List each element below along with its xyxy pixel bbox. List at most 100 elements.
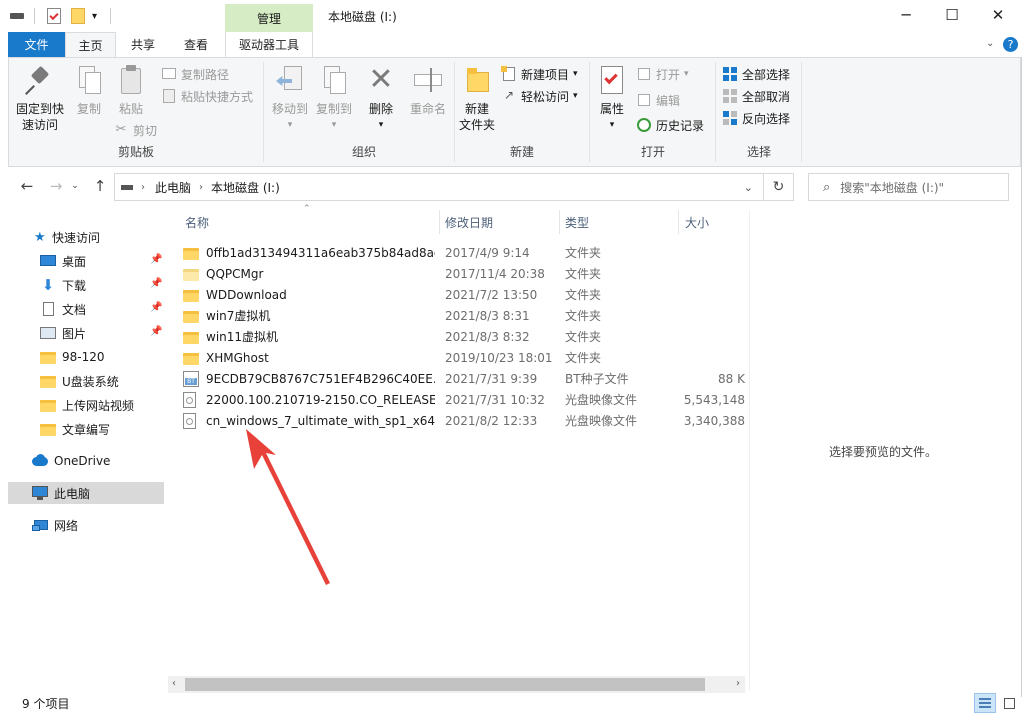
properties-dropdown-icon: ▾ <box>609 120 615 130</box>
preview-pane-divider[interactable] <box>749 210 750 690</box>
file-name: win7虚拟机 <box>206 309 271 323</box>
scrollbar-thumb[interactable] <box>185 678 705 691</box>
new-folder-quick-icon[interactable] <box>71 6 85 26</box>
pin-icon[interactable]: 📌 <box>150 254 162 265</box>
search-placeholder[interactable]: 搜索"本地磁盘 (I:)" <box>840 179 944 196</box>
column-header-size[interactable]: 大小 <box>685 210 745 234</box>
nav-documents[interactable]: 文档 📌 <box>8 298 164 320</box>
select-all-button[interactable]: 全部选择 <box>722 64 790 84</box>
minimize-button[interactable]: ─ <box>883 0 929 30</box>
file-row[interactable]: win7虚拟机 2021/8/3 8:31 文件夹 <box>183 305 745 326</box>
pin-icon <box>24 64 56 98</box>
column-header-name[interactable]: 名称 <box>185 210 435 234</box>
file-size: 5,543,148 <box>683 392 745 407</box>
details-view-icon[interactable] <box>974 693 996 713</box>
new-folder-button[interactable]: 新建 文件夹 <box>457 64 497 133</box>
search-box[interactable]: ⌕ 搜索"本地磁盘 (I:)" <box>808 173 1009 201</box>
copy-path-button[interactable]: 复制路径 <box>161 64 229 84</box>
copy-button[interactable]: 复制 <box>69 64 109 117</box>
address-dropdown-icon[interactable]: ⌄ <box>744 181 753 194</box>
tab-view[interactable]: 查看 <box>173 32 219 57</box>
file-row[interactable]: WDDownload 2021/7/2 13:50 文件夹 <box>183 284 745 305</box>
nav-downloads[interactable]: ⬇ 下载 📌 <box>8 274 164 296</box>
close-button[interactable]: ✕ <box>975 0 1021 30</box>
pin-icon[interactable]: 📌 <box>150 326 162 337</box>
maximize-button[interactable]: ☐ <box>929 0 975 30</box>
column-header-type[interactable]: 类型 <box>565 210 675 234</box>
new-folder-icon <box>461 64 493 98</box>
rename-button[interactable]: 重命名 <box>404 64 452 117</box>
nav-folder-label: 上传网站视频 <box>62 398 135 413</box>
properties-button[interactable]: 属性 ▾ <box>592 64 632 133</box>
file-row[interactable]: XHMGhost 2019/10/23 18:01 文件夹 <box>183 347 745 368</box>
pin-icon[interactable]: 📌 <box>150 278 162 289</box>
help-icon[interactable]: ? <box>1003 37 1018 52</box>
nav-network[interactable]: 网络 <box>8 514 164 536</box>
nav-folder-label: 98-120 <box>62 350 105 364</box>
file-row[interactable]: QQPCMgr 2017/11/4 20:38 文件夹 <box>183 263 745 284</box>
breadcrumb-this-pc[interactable]: 此电脑 <box>155 179 191 196</box>
cut-button[interactable]: ✂ 剪切 <box>113 120 157 140</box>
nav-onedrive[interactable]: OneDrive <box>8 450 164 472</box>
tab-share[interactable]: 共享 <box>120 32 166 57</box>
breadcrumb-separator-icon[interactable]: › <box>199 182 203 193</box>
column-divider[interactable] <box>559 210 560 234</box>
pin-icon[interactable]: 📌 <box>150 302 162 313</box>
nav-folder-98-120[interactable]: 98-120 <box>8 346 164 368</box>
select-none-button[interactable]: 全部取消 <box>722 86 790 106</box>
file-size <box>675 263 745 284</box>
open-button[interactable]: 打开 ▾ <box>636 64 689 84</box>
file-name: 22000.100.210719-2150.CO_RELEASE... <box>206 392 435 407</box>
nav-desktop[interactable]: 桌面 📌 <box>8 250 164 272</box>
back-button[interactable]: ← <box>15 175 39 197</box>
history-button[interactable]: 历史记录 <box>636 115 704 135</box>
horizontal-scrollbar[interactable]: ‹ › <box>168 676 745 693</box>
scroll-left-icon[interactable]: ‹ <box>172 678 176 689</box>
nav-folder-label: 文章编写 <box>62 422 111 437</box>
tab-home[interactable]: 主页 <box>65 32 116 58</box>
recent-locations-icon[interactable]: ⌄ <box>68 175 82 197</box>
edit-button[interactable]: 编辑 <box>636 90 680 110</box>
pin-quick-access-button[interactable]: 固定到快 速访问 <box>15 64 65 133</box>
file-date: 2021/8/2 12:33 <box>445 413 538 428</box>
tab-drive-tools[interactable]: 驱动器工具 <box>225 32 313 57</box>
column-divider[interactable] <box>678 210 679 234</box>
file-row[interactable]: 0ffb1ad313494311a6eab375b84ad8ad 2017/4/… <box>183 242 745 263</box>
address-bar[interactable]: › 此电脑 › 本地磁盘 (I:) ⌄ <box>114 173 764 201</box>
properties-quick-icon[interactable] <box>47 6 61 26</box>
file-row[interactable]: win11虚拟机 2021/8/3 8:32 文件夹 <box>183 326 745 347</box>
forward-button[interactable]: → <box>44 175 68 197</box>
paste-button[interactable]: 粘贴 <box>111 64 151 117</box>
up-button[interactable]: ↑ <box>88 175 112 197</box>
nav-pictures[interactable]: 图片 📌 <box>8 322 164 344</box>
nav-folder-upload-videos[interactable]: 上传网站视频 <box>8 394 164 416</box>
nav-this-pc[interactable]: 此电脑 <box>8 482 164 504</box>
large-icons-view-icon[interactable] <box>998 693 1020 713</box>
nav-folder-articles[interactable]: 文章编写 <box>8 418 164 440</box>
tab-manage[interactable]: 管理 <box>225 4 313 32</box>
nav-network-label: 网络 <box>54 518 79 533</box>
file-row[interactable]: 22000.100.210719-2150.CO_RELEASE... 2021… <box>183 389 745 410</box>
nav-quick-access[interactable]: ★ 快速访问 <box>8 226 164 248</box>
file-row[interactable]: BT 9ECDB79CB8767C751EF4B296C40EE... 2021/… <box>183 368 745 389</box>
paste-shortcut-button[interactable]: 粘贴快捷方式 <box>161 86 253 106</box>
minimize-ribbon-icon[interactable]: ⌄ <box>986 38 994 49</box>
column-header-date[interactable]: 修改日期 <box>445 210 555 234</box>
tab-file[interactable]: 文件 <box>8 32 65 57</box>
easy-access-button[interactable]: ↗ 轻松访问 ▾ <box>501 86 578 106</box>
invert-selection-button[interactable]: 反向选择 <box>722 108 790 128</box>
nav-folder-usb-install[interactable]: U盘装系统 <box>8 370 164 392</box>
customize-quick-access-icon[interactable]: ▾ <box>92 6 97 26</box>
breadcrumb-separator-icon[interactable]: › <box>141 182 145 193</box>
delete-button[interactable]: ✕ 删除 ▾ <box>364 64 398 133</box>
column-divider[interactable] <box>439 210 440 234</box>
breadcrumb-drive[interactable]: 本地磁盘 (I:) <box>211 179 280 196</box>
refresh-button[interactable]: ↻ <box>764 173 794 201</box>
new-item-icon <box>501 66 517 82</box>
paste-label: 粘贴 <box>118 102 143 116</box>
new-item-button[interactable]: 新建项目 ▾ <box>501 64 578 84</box>
move-to-button[interactable]: 移动到 ▾ <box>268 64 312 133</box>
copy-to-button[interactable]: 复制到 ▾ <box>312 64 356 133</box>
new-item-dropdown-icon: ▾ <box>573 69 578 79</box>
scroll-right-icon[interactable]: › <box>736 678 740 689</box>
